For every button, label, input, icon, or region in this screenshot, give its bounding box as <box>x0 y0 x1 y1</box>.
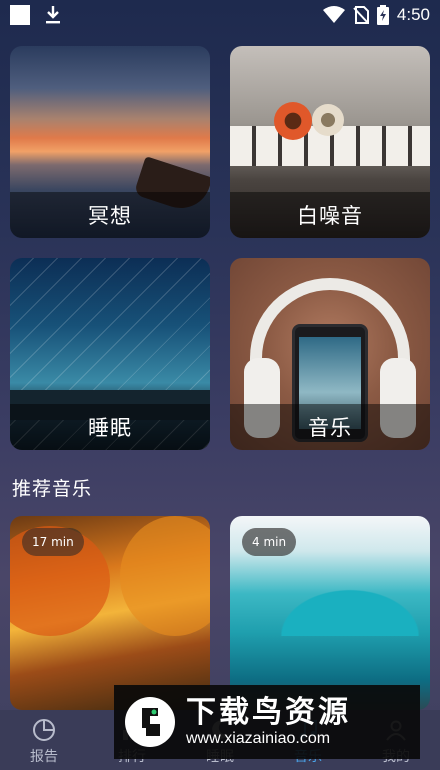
watermark-banner: 下载鸟资源 www.xiazainiao.com <box>114 685 420 759</box>
category-label: 音乐 <box>230 404 430 450</box>
watermark-title: 下载鸟资源 <box>186 695 351 730</box>
section-title: 推荐音乐 <box>12 478 93 500</box>
battery-charging-icon <box>376 5 389 25</box>
category-card-meditation[interactable]: 冥想 <box>10 46 210 238</box>
category-label: 白噪音 <box>230 192 430 238</box>
download-icon <box>46 6 60 24</box>
wifi-icon <box>322 6 345 23</box>
category-label: 睡眠 <box>10 404 210 450</box>
category-label: 冥想 <box>10 192 210 238</box>
bird-logo-icon <box>125 697 175 747</box>
tree-foliage <box>120 516 210 636</box>
category-card-music[interactable]: 音乐 <box>230 258 430 450</box>
flower-image <box>274 102 312 140</box>
recommended-music-card[interactable]: 4 min <box>230 516 430 710</box>
duration-badge: 4 min <box>242 528 297 556</box>
category-card-white-noise[interactable]: 白噪音 <box>230 46 430 238</box>
watermark-url: www.xiazainiao.com <box>186 730 331 747</box>
pie-chart-icon <box>33 719 55 741</box>
status-bar: 4:50 <box>0 0 440 30</box>
white-square-icon <box>10 5 30 25</box>
nav-item-report[interactable]: 报告 <box>0 710 88 770</box>
category-card-sleep[interactable]: 睡眠 <box>10 258 210 450</box>
wave-image <box>230 556 430 636</box>
duration-badge: 17 min <box>22 528 84 556</box>
clock: 4:50 <box>396 5 430 24</box>
nav-label: 报告 <box>30 749 58 765</box>
recommended-music-card[interactable]: 17 min <box>10 516 210 710</box>
flower-image <box>312 104 344 136</box>
no-sim-icon <box>353 6 369 24</box>
